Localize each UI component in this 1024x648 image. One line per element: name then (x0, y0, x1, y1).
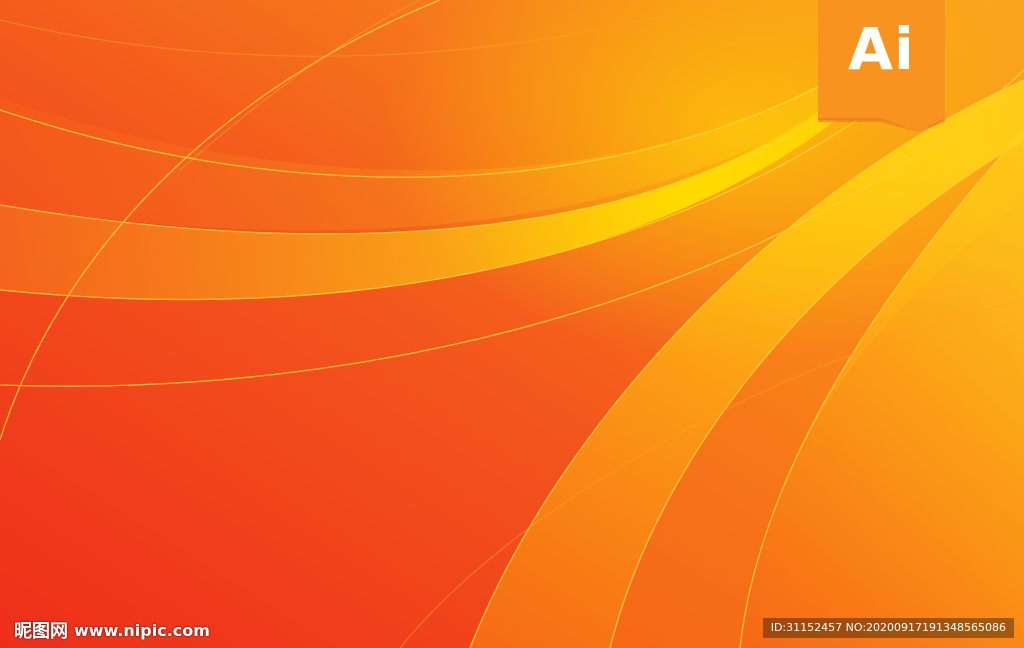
illustrator-splash: Ai 昵图网 www.nipic.com ID:31152457 NO:2020… (0, 0, 1024, 648)
adobe-illustrator-logo-icon: Ai (818, 0, 945, 132)
watermark-brand-name: 昵图网 (14, 621, 68, 642)
watermark-brand: 昵图网 www.nipic.com (14, 617, 210, 643)
watermark-site-url: www.nipic.com (74, 620, 210, 640)
badge-label: Ai (848, 15, 915, 83)
watermark-id: ID:31152457 NO:20200917191348565086 (762, 618, 1014, 638)
